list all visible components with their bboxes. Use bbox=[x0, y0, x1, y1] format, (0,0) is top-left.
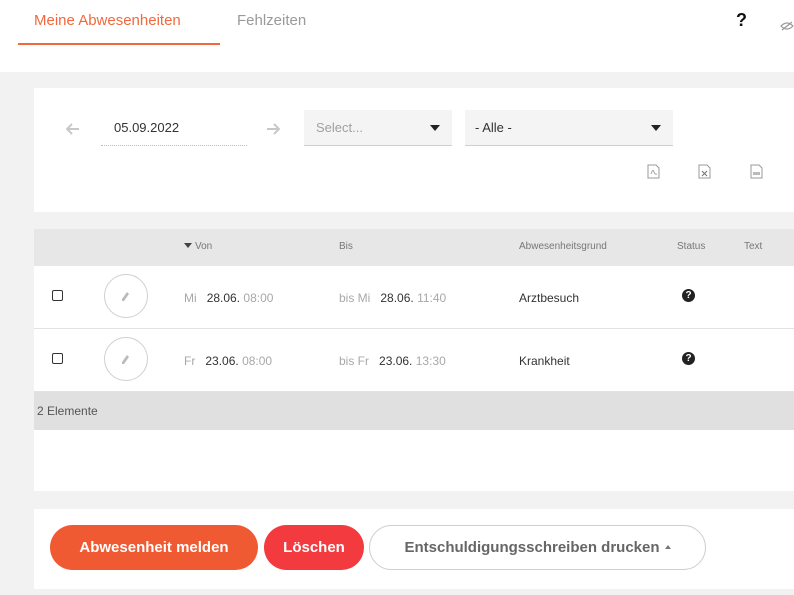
sort-desc-icon bbox=[184, 243, 192, 248]
row-reason: Krankheit bbox=[519, 354, 570, 368]
action-bar: Abwesenheit melden Löschen Entschuldigun… bbox=[34, 509, 794, 589]
edit-button[interactable] bbox=[104, 274, 148, 318]
column-abwesenheitsgrund[interactable]: Abwesenheitsgrund bbox=[519, 241, 607, 252]
filter-panel: 05.09.2022 Select... - Alle - bbox=[34, 88, 794, 212]
tab-meine-abwesenheiten[interactable]: Meine Abwesenheiten bbox=[34, 12, 181, 29]
status-select[interactable]: - Alle - bbox=[465, 110, 673, 146]
delete-button[interactable]: Löschen bbox=[264, 525, 364, 570]
table-row[interactable]: Mi 28.06. 08:00 bis Mi 28.06. 11:40 Arzt… bbox=[34, 266, 794, 329]
column-bis[interactable]: Bis bbox=[339, 241, 353, 252]
table-row[interactable]: Fr 23.06. 08:00 bis Fr 23.06. 13:30 Kran… bbox=[34, 329, 794, 392]
chevron-down-icon bbox=[651, 125, 661, 131]
absence-table: Von Bis Abwesenheitsgrund Status Text Mi… bbox=[34, 229, 794, 491]
csv-icon[interactable] bbox=[750, 164, 763, 184]
column-text[interactable]: Text bbox=[744, 241, 762, 252]
column-status[interactable]: Status bbox=[677, 241, 705, 252]
chevron-up-icon bbox=[664, 545, 671, 549]
row-to: bis Fr 23.06. 13:30 bbox=[339, 354, 446, 368]
tab-fehlzeiten[interactable]: Fehlzeiten bbox=[237, 12, 306, 29]
edit-button[interactable] bbox=[104, 337, 148, 381]
date-input[interactable]: 05.09.2022 bbox=[101, 110, 247, 146]
row-checkbox[interactable] bbox=[52, 353, 63, 364]
top-bar: Meine Abwesenheiten Fehlzeiten ? bbox=[0, 0, 794, 72]
column-von[interactable]: Von bbox=[184, 241, 212, 252]
category-select-placeholder: Select... bbox=[316, 120, 363, 135]
element-count: 2 Elemente bbox=[37, 404, 98, 418]
pdf-icon[interactable] bbox=[647, 164, 660, 184]
eye-icon[interactable] bbox=[780, 18, 794, 36]
row-reason: Arztbesuch bbox=[519, 291, 580, 305]
chevron-down-icon bbox=[430, 125, 440, 131]
next-date-arrow-icon[interactable] bbox=[266, 122, 281, 140]
status-select-value: - Alle - bbox=[475, 120, 512, 135]
pencil-icon bbox=[122, 292, 129, 301]
row-checkbox[interactable] bbox=[52, 290, 63, 301]
previous-date-arrow-icon[interactable] bbox=[65, 122, 80, 140]
category-select[interactable]: Select... bbox=[304, 110, 452, 146]
table-header: Von Bis Abwesenheitsgrund Status Text bbox=[34, 229, 794, 266]
report-absence-button[interactable]: Abwesenheit melden bbox=[50, 525, 258, 570]
row-to: bis Mi 28.06. 11:40 bbox=[339, 291, 447, 305]
excel-icon[interactable] bbox=[698, 164, 711, 184]
active-tab-indicator bbox=[18, 43, 220, 45]
question-circle-icon: ? bbox=[682, 289, 695, 302]
print-excuse-button[interactable]: Entschuldigungsschreiben drucken bbox=[369, 525, 706, 570]
row-from: Mi 28.06. 08:00 bbox=[184, 291, 274, 305]
question-circle-icon: ? bbox=[682, 352, 695, 365]
help-icon[interactable]: ? bbox=[736, 10, 747, 31]
table-footer: 2 Elemente bbox=[34, 392, 794, 430]
print-excuse-label: Entschuldigungsschreiben drucken bbox=[404, 539, 660, 556]
pencil-icon bbox=[122, 355, 129, 364]
row-from: Fr 23.06. 08:00 bbox=[184, 354, 273, 368]
